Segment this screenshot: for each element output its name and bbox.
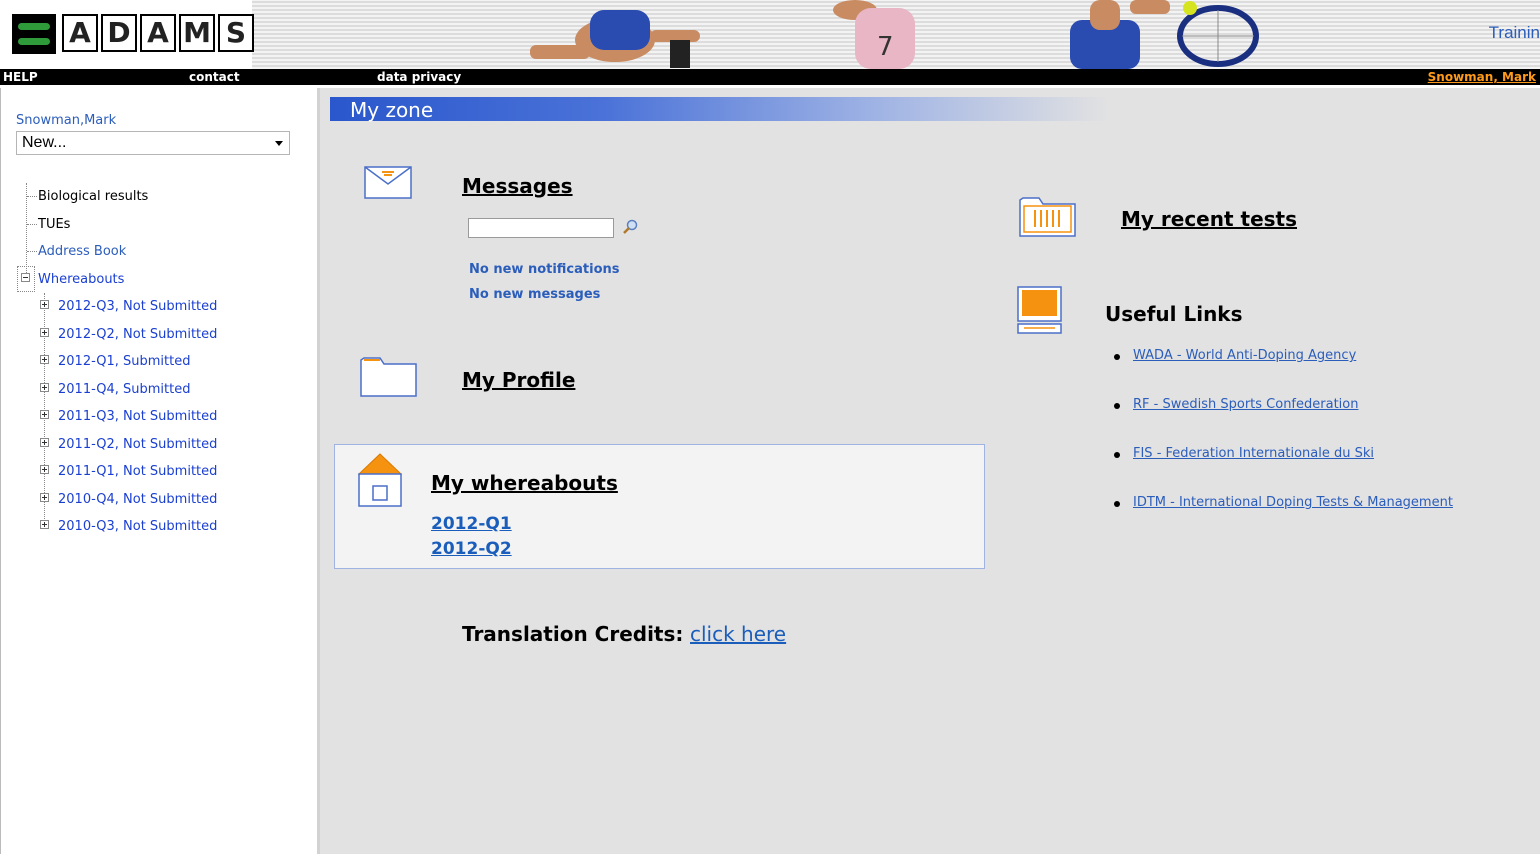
expand-icon[interactable]	[40, 300, 49, 309]
adams-logo-letters: A D A M S	[62, 14, 254, 52]
logo-letter: M	[179, 14, 215, 52]
adams-logo-mark	[12, 14, 56, 54]
expand-icon[interactable]	[40, 465, 49, 474]
no-messages-text[interactable]: No new messages	[469, 287, 600, 302]
whereabouts-quarter-item[interactable]: 2011-Q3, Not Submitted	[58, 409, 217, 424]
whereabouts-quarter-item[interactable]: 2011-Q1, Not Submitted	[58, 464, 217, 479]
house-icon[interactable]	[357, 452, 403, 508]
bullet-icon	[1114, 403, 1120, 409]
collapse-icon[interactable]	[21, 273, 30, 282]
sidebar-item-address-book[interactable]: Address Book	[38, 244, 126, 259]
whereabouts-quarter-item[interactable]: 2012-Q3, Not Submitted	[58, 299, 217, 314]
new-item-select[interactable]: New...	[16, 131, 290, 155]
logo-letter: D	[101, 14, 137, 52]
page-title: My zone	[350, 98, 434, 122]
folder-icon[interactable]	[360, 354, 417, 398]
expand-icon[interactable]	[40, 328, 49, 337]
sidebar-user-name: Snowman,Mark	[16, 113, 117, 128]
my-zone-bar: My zone	[330, 97, 1110, 122]
message-search-input[interactable]	[468, 218, 614, 238]
useful-link-wada[interactable]: WADA - World Anti-Doping Agency	[1133, 348, 1356, 363]
sidebar-item-tues[interactable]: TUEs	[38, 217, 70, 232]
current-user-link[interactable]: Snowman, Mark	[1428, 70, 1536, 84]
search-icon[interactable]	[622, 219, 638, 235]
expand-icon[interactable]	[40, 438, 49, 447]
whereabouts-quarter-item[interactable]: 2010-Q4, Not Submitted	[58, 492, 217, 507]
bullet-icon	[1114, 354, 1120, 360]
computer-icon	[1017, 286, 1062, 334]
no-notifications-text[interactable]: No new notifications	[469, 262, 620, 277]
help-link[interactable]: HELP	[3, 70, 38, 84]
training-label: Trainin	[1488, 23, 1540, 42]
useful-link-fis[interactable]: FIS - Federation Internationale du Ski	[1133, 446, 1374, 461]
sidebar-item-biological-results[interactable]: Biological results	[38, 189, 148, 204]
whereabouts-quarter-item[interactable]: 2012-Q1, Submitted	[58, 354, 190, 369]
translation-credits-link[interactable]: click here	[690, 622, 786, 646]
expand-icon[interactable]	[40, 383, 49, 392]
sidebar: Snowman,Mark New... Biological results T…	[0, 88, 320, 854]
header-banner: A D A M S 7 Trainin	[0, 0, 1540, 69]
tree-connector	[27, 251, 37, 252]
whereabouts-quarter-item[interactable]: 2011-Q2, Not Submitted	[58, 437, 217, 452]
whereabouts-quarter-link[interactable]: 2012-Q2	[431, 539, 512, 559]
whereabouts-quarter-item[interactable]: 2012-Q2, Not Submitted	[58, 327, 217, 342]
whereabouts-quarter-item[interactable]: 2011-Q4, Submitted	[58, 382, 190, 397]
bullet-icon	[1114, 501, 1120, 507]
sidebar-item-whereabouts[interactable]: Whereabouts	[38, 272, 124, 287]
logo-letter: A	[62, 14, 98, 52]
adams-logo[interactable]: A D A M S	[0, 0, 254, 69]
test-folder-icon[interactable]	[1019, 194, 1076, 238]
expand-icon[interactable]	[40, 520, 49, 529]
tennis-player-image	[1070, 0, 1259, 69]
expand-icon[interactable]	[40, 410, 49, 419]
whereabouts-quarter-item[interactable]: 2010-Q3, Not Submitted	[58, 519, 217, 534]
bullet-icon	[1114, 452, 1120, 458]
my-whereabouts-title[interactable]: My whereabouts	[431, 471, 618, 495]
my-profile-title[interactable]: My Profile	[462, 368, 575, 392]
hurdler-image	[530, 10, 700, 68]
svg-text:7: 7	[877, 32, 894, 62]
useful-links-title: Useful Links	[1105, 302, 1243, 326]
translation-credits-label: Translation Credits:	[462, 622, 684, 646]
tree-connector	[27, 196, 37, 197]
contact-link[interactable]: contact	[189, 70, 240, 84]
envelope-icon[interactable]	[364, 166, 412, 200]
top-nav-bar: HELP contact data privacy Snowman, Mark	[0, 69, 1540, 85]
my-recent-tests-title[interactable]: My recent tests	[1121, 207, 1297, 231]
expand-icon[interactable]	[40, 493, 49, 502]
expand-icon[interactable]	[40, 355, 49, 364]
handball-player-image: 7	[833, 0, 915, 69]
data-privacy-link[interactable]: data privacy	[377, 70, 461, 84]
new-item-select-value: New...	[22, 134, 67, 151]
chevron-down-icon	[275, 141, 283, 146]
tree-connector	[27, 224, 37, 225]
whereabouts-quarter-link[interactable]: 2012-Q1	[431, 514, 512, 534]
logo-letter: S	[218, 14, 254, 52]
logo-letter: A	[140, 14, 176, 52]
messages-title[interactable]: Messages	[462, 174, 573, 198]
useful-link-rf[interactable]: RF - Swedish Sports Confederation	[1133, 397, 1358, 412]
useful-link-idtm[interactable]: IDTM - International Doping Tests & Mana…	[1133, 495, 1453, 510]
